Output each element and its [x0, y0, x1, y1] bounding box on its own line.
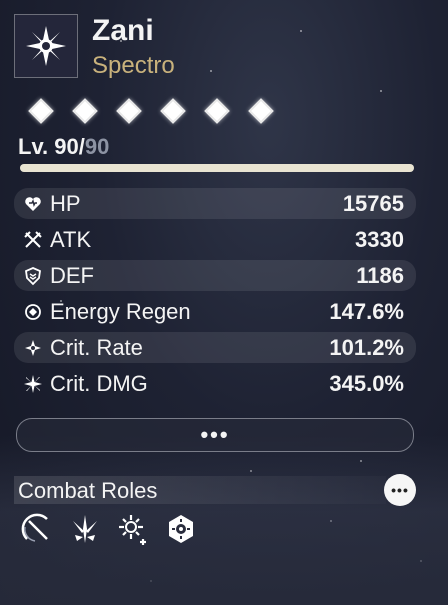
stat-label: Energy Regen	[50, 298, 191, 324]
resonance-node-icon[interactable]	[28, 98, 54, 124]
stat-row-crit-dmg[interactable]: Crit. DMG 345.0%	[14, 368, 416, 399]
stat-row-hp[interactable]: HP 15765	[14, 188, 416, 219]
diamond-icon	[160, 98, 186, 124]
combat-roles-icons	[20, 512, 198, 546]
stats-list: HP 15765 ATK 3330 DEF 1186 Energy Regen 147.6% C…	[14, 188, 416, 404]
hp-heart-icon	[22, 193, 44, 215]
resonance-node-icon[interactable]	[204, 98, 230, 124]
role-burst-icon[interactable]	[68, 512, 102, 546]
level-display: Lv. 90/90	[18, 134, 109, 160]
stat-value: 1186	[356, 262, 404, 288]
character-header: Zani Spectro	[14, 14, 434, 84]
role-hexagon-sun-icon[interactable]	[164, 512, 198, 546]
role-buff-plus-icon[interactable]	[116, 512, 150, 546]
diamond-icon	[72, 98, 98, 124]
spectro-element-icon	[14, 14, 78, 78]
stat-value: 147.6%	[329, 298, 404, 324]
resonance-node-icon[interactable]	[160, 98, 186, 124]
diamond-icon	[204, 98, 230, 124]
resonance-chain	[28, 98, 274, 124]
stat-row-crit-rate[interactable]: Crit. Rate 101.2%	[14, 332, 416, 363]
level-progress-fill	[20, 164, 414, 172]
combat-roles-more-button[interactable]: •••	[384, 474, 416, 506]
atk-swords-icon	[22, 229, 44, 251]
stat-label: HP	[50, 190, 81, 216]
stat-label: DEF	[50, 262, 94, 288]
stat-value: 101.2%	[329, 334, 404, 360]
character-element: Spectro	[92, 52, 175, 79]
resonance-node-icon[interactable]	[72, 98, 98, 124]
role-crescent-blade-icon[interactable]	[20, 512, 54, 546]
level-prefix: Lv.	[18, 134, 55, 159]
def-shield-icon	[22, 265, 44, 287]
crit-rate-icon	[22, 337, 44, 359]
resonance-node-icon[interactable]	[248, 98, 274, 124]
diamond-icon	[28, 98, 54, 124]
stat-label: Crit. Rate	[50, 334, 143, 360]
level-current: 90	[54, 134, 79, 159]
character-name: Zani	[92, 14, 154, 47]
stat-value: 15765	[342, 190, 404, 216]
stat-row-atk[interactable]: ATK 3330	[14, 224, 416, 255]
level-progress-bar	[20, 164, 414, 172]
energy-regen-icon	[22, 301, 44, 323]
stat-value: 3330	[355, 226, 404, 252]
stat-row-energy-regen[interactable]: Energy Regen 147.6%	[14, 296, 416, 327]
crit-dmg-icon	[22, 373, 44, 395]
more-stats-button[interactable]: •••	[16, 418, 414, 452]
stat-label: Crit. DMG	[50, 370, 148, 396]
stat-value: 345.0%	[329, 370, 404, 396]
stat-row-def[interactable]: DEF 1186	[14, 260, 416, 291]
diamond-icon	[248, 98, 274, 124]
level-max: 90	[84, 134, 110, 159]
stat-label: ATK	[50, 226, 92, 252]
diamond-icon	[116, 98, 142, 124]
resonance-node-icon[interactable]	[116, 98, 142, 124]
combat-roles-title: Combat Roles	[18, 478, 158, 503]
